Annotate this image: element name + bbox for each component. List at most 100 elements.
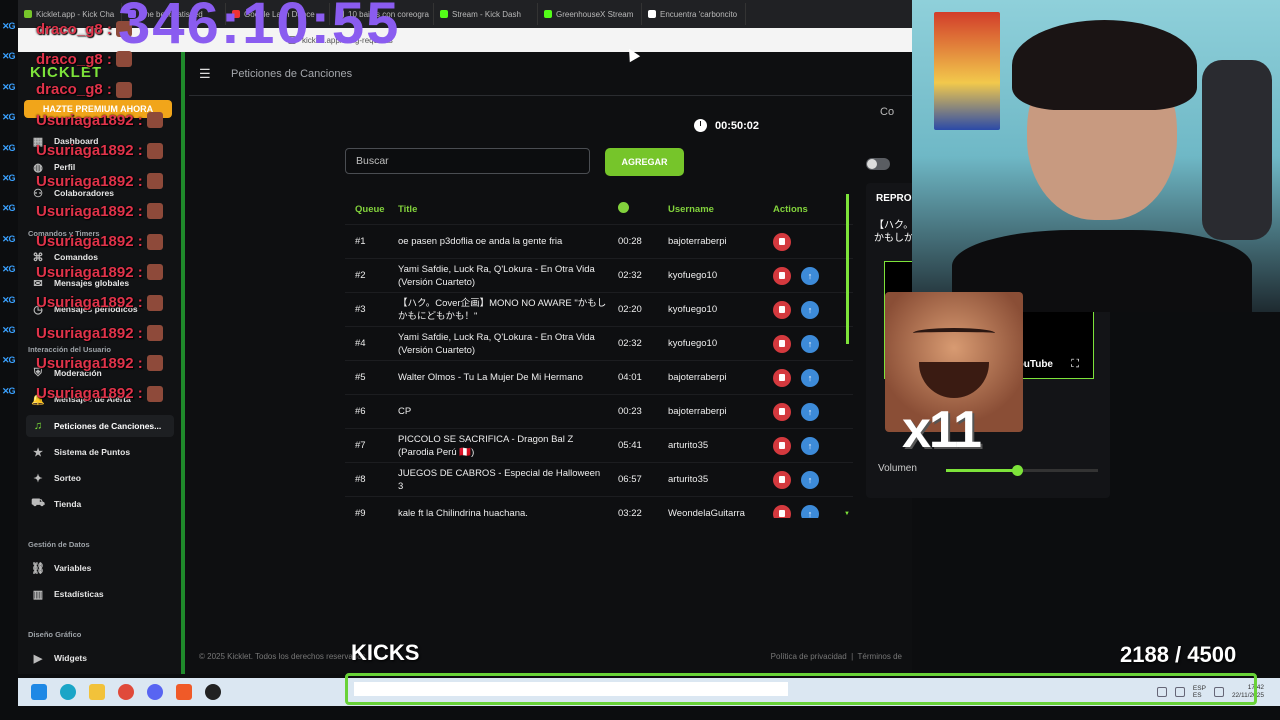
browser-tab[interactable]: Stream - Kick Dash xyxy=(434,3,538,25)
trash-icon xyxy=(779,340,785,347)
song-title: Walter Olmos - Tu La Mujer De Mi Hermano xyxy=(398,372,583,383)
delete-song-button[interactable] xyxy=(773,266,791,285)
delete-song-button[interactable] xyxy=(773,470,791,489)
delete-song-button[interactable] xyxy=(773,504,791,518)
chat-message: ✕G Usuriaga1892 : xyxy=(2,231,163,253)
sidebar-item[interactable]: ▶ Widgets xyxy=(26,647,174,669)
song-title: kale ft la Chilindrina huachana. xyxy=(398,508,528,518)
move-up-button[interactable]: ↑ xyxy=(801,368,819,387)
queue-position: #4 xyxy=(355,338,366,349)
move-up-button[interactable]: ↑ xyxy=(801,266,819,285)
volume-knob[interactable] xyxy=(1012,465,1024,476)
meme-mouth xyxy=(919,362,989,398)
chat-badge-icon: ✕G xyxy=(2,325,16,335)
menu-toggle-icon[interactable]: ☰ xyxy=(199,66,213,82)
sidebar-item[interactable]: ★ Sistema de Puntos xyxy=(26,441,174,463)
kicks-label: KICKS xyxy=(351,640,420,665)
requester-username: arturito35 xyxy=(668,440,709,451)
chat-message: ✕G Usuriaga1892 : xyxy=(2,109,163,131)
move-up-button[interactable]: ↑ xyxy=(801,402,819,421)
kicks-count: 2188 / 4500 xyxy=(1120,642,1237,667)
table-body: #1 oe pasen p3doflia oe anda la gente fri… xyxy=(345,224,853,518)
chat-message: ✕G Usuriaga1892 : xyxy=(2,261,163,283)
queue-position: #5 xyxy=(355,372,366,383)
table-scrollbar[interactable] xyxy=(846,194,849,344)
trash-icon xyxy=(779,510,785,517)
windows-start-icon[interactable] xyxy=(31,684,47,700)
sidebar-item[interactable]: ⛟ Tienda xyxy=(26,493,174,515)
sidebar-item[interactable]: ♫ Peticiones de Canciones... xyxy=(26,415,174,437)
move-up-button[interactable]: ↑ xyxy=(801,470,819,489)
browser-tab[interactable]: Encuentra 'carboncito xyxy=(642,3,746,25)
brave-icon[interactable] xyxy=(176,684,192,700)
move-up-button[interactable]: ↑ xyxy=(801,504,819,518)
chat-message: ✕G draco_g8 : xyxy=(2,48,132,70)
sidebar-item[interactable]: ▥ Estadísticas xyxy=(26,583,174,605)
chat-message: ✕G Usuriaga1892 : xyxy=(2,200,163,222)
search-input[interactable]: Buscar xyxy=(345,148,590,174)
chat-username: Usuriaga1892 : xyxy=(36,324,143,342)
header-queue[interactable]: Queue xyxy=(345,204,398,215)
star-icon: ★ xyxy=(33,446,43,459)
move-up-button[interactable]: ↑ xyxy=(801,334,819,353)
privacy-link[interactable]: Política de privacidad xyxy=(771,652,847,661)
header-username[interactable]: Username xyxy=(668,204,773,215)
chat-message: ✕G Usuriaga1892 : xyxy=(2,292,163,314)
move-up-button[interactable]: ↑ xyxy=(801,436,819,455)
chat-username: Usuriaga1892 : xyxy=(36,142,143,160)
delete-song-button[interactable] xyxy=(773,334,791,353)
volume-slider[interactable] xyxy=(946,465,1098,476)
terms-link[interactable]: Términos de xyxy=(858,652,902,661)
stream-screen: Kicklet.app - Kick Cha The best satisfied… xyxy=(0,0,1280,720)
webcam-feed xyxy=(912,0,1280,312)
song-title: Yami Safdie, Luck Ra, Q'Lokura - En Otra… xyxy=(398,263,595,288)
row-actions: ↑ xyxy=(773,368,843,387)
chat-username: draco_g8 : xyxy=(36,20,112,38)
delete-song-button[interactable] xyxy=(773,368,791,387)
chrome-icon[interactable] xyxy=(118,684,134,700)
browser-tab[interactable]: GreenhouseX Stream xyxy=(538,3,642,25)
video-icon: ▶ xyxy=(33,652,43,665)
obs-icon[interactable] xyxy=(205,684,221,700)
toggle-switch[interactable] xyxy=(866,158,890,170)
row-actions: ↑ xyxy=(773,470,843,489)
header-title[interactable]: Title xyxy=(398,203,618,216)
table-row: #1 oe pasen p3doflia oe anda la gente fri… xyxy=(345,224,853,258)
delete-song-button[interactable] xyxy=(773,300,791,319)
sidebar-item-label: Sorteo xyxy=(54,473,81,483)
trash-icon xyxy=(779,374,785,381)
sidebar-section-heading: Diseño Gráfico xyxy=(28,630,82,639)
song-duration: 00:28 xyxy=(618,236,642,247)
delete-song-button[interactable] xyxy=(773,402,791,421)
chat-message: ✕G draco_g8 : xyxy=(2,18,132,40)
timer-value: 00:50:02 xyxy=(715,119,760,132)
chat-badge-icon: ✕G xyxy=(2,142,16,153)
table-row: #3 【ハク。Cover企画】MONO NO AWARE "かもしかもにどもかも！… xyxy=(345,292,853,326)
chat-emote-icon xyxy=(146,264,163,281)
edge-icon[interactable] xyxy=(60,684,76,700)
header-duration[interactable] xyxy=(618,202,668,216)
sidebar-item-label: Widgets xyxy=(54,653,87,663)
fullscreen-icon[interactable]: ⛶ xyxy=(1071,358,1079,371)
chat-badge-icon: ✕G xyxy=(2,233,16,244)
gaming-chair xyxy=(1202,60,1272,240)
chat-emote-icon xyxy=(146,355,163,372)
tab-favicon-icon xyxy=(648,10,656,18)
delete-song-button[interactable] xyxy=(773,436,791,455)
chat-badge-icon: ✕G xyxy=(2,81,16,92)
scroll-down-icon[interactable]: ▼ xyxy=(844,511,850,517)
folder-icon[interactable] xyxy=(89,684,105,700)
sidebar-item[interactable]: ✦ Sorteo xyxy=(26,467,174,489)
delete-song-button[interactable] xyxy=(773,232,791,251)
discord-icon[interactable] xyxy=(147,684,163,700)
move-up-button[interactable]: ↑ xyxy=(801,300,819,319)
chat-username: draco_g8 : xyxy=(36,81,112,99)
add-song-button[interactable]: AGREGAR xyxy=(605,148,684,176)
chat-badge-icon: ✕G xyxy=(2,355,16,366)
meme-eyes xyxy=(913,328,995,338)
sidebar-item[interactable]: ⛓ Variables xyxy=(26,557,174,579)
song-duration: 04:01 xyxy=(618,372,642,383)
chat-username: Usuriaga1892 : xyxy=(36,263,143,281)
chat-overlay: ✕G draco_g8 : ✕G draco_g8 : ✕G draco_g8 : ✕G Us… xyxy=(0,0,195,410)
chat-badge-icon: ✕G xyxy=(2,173,16,183)
